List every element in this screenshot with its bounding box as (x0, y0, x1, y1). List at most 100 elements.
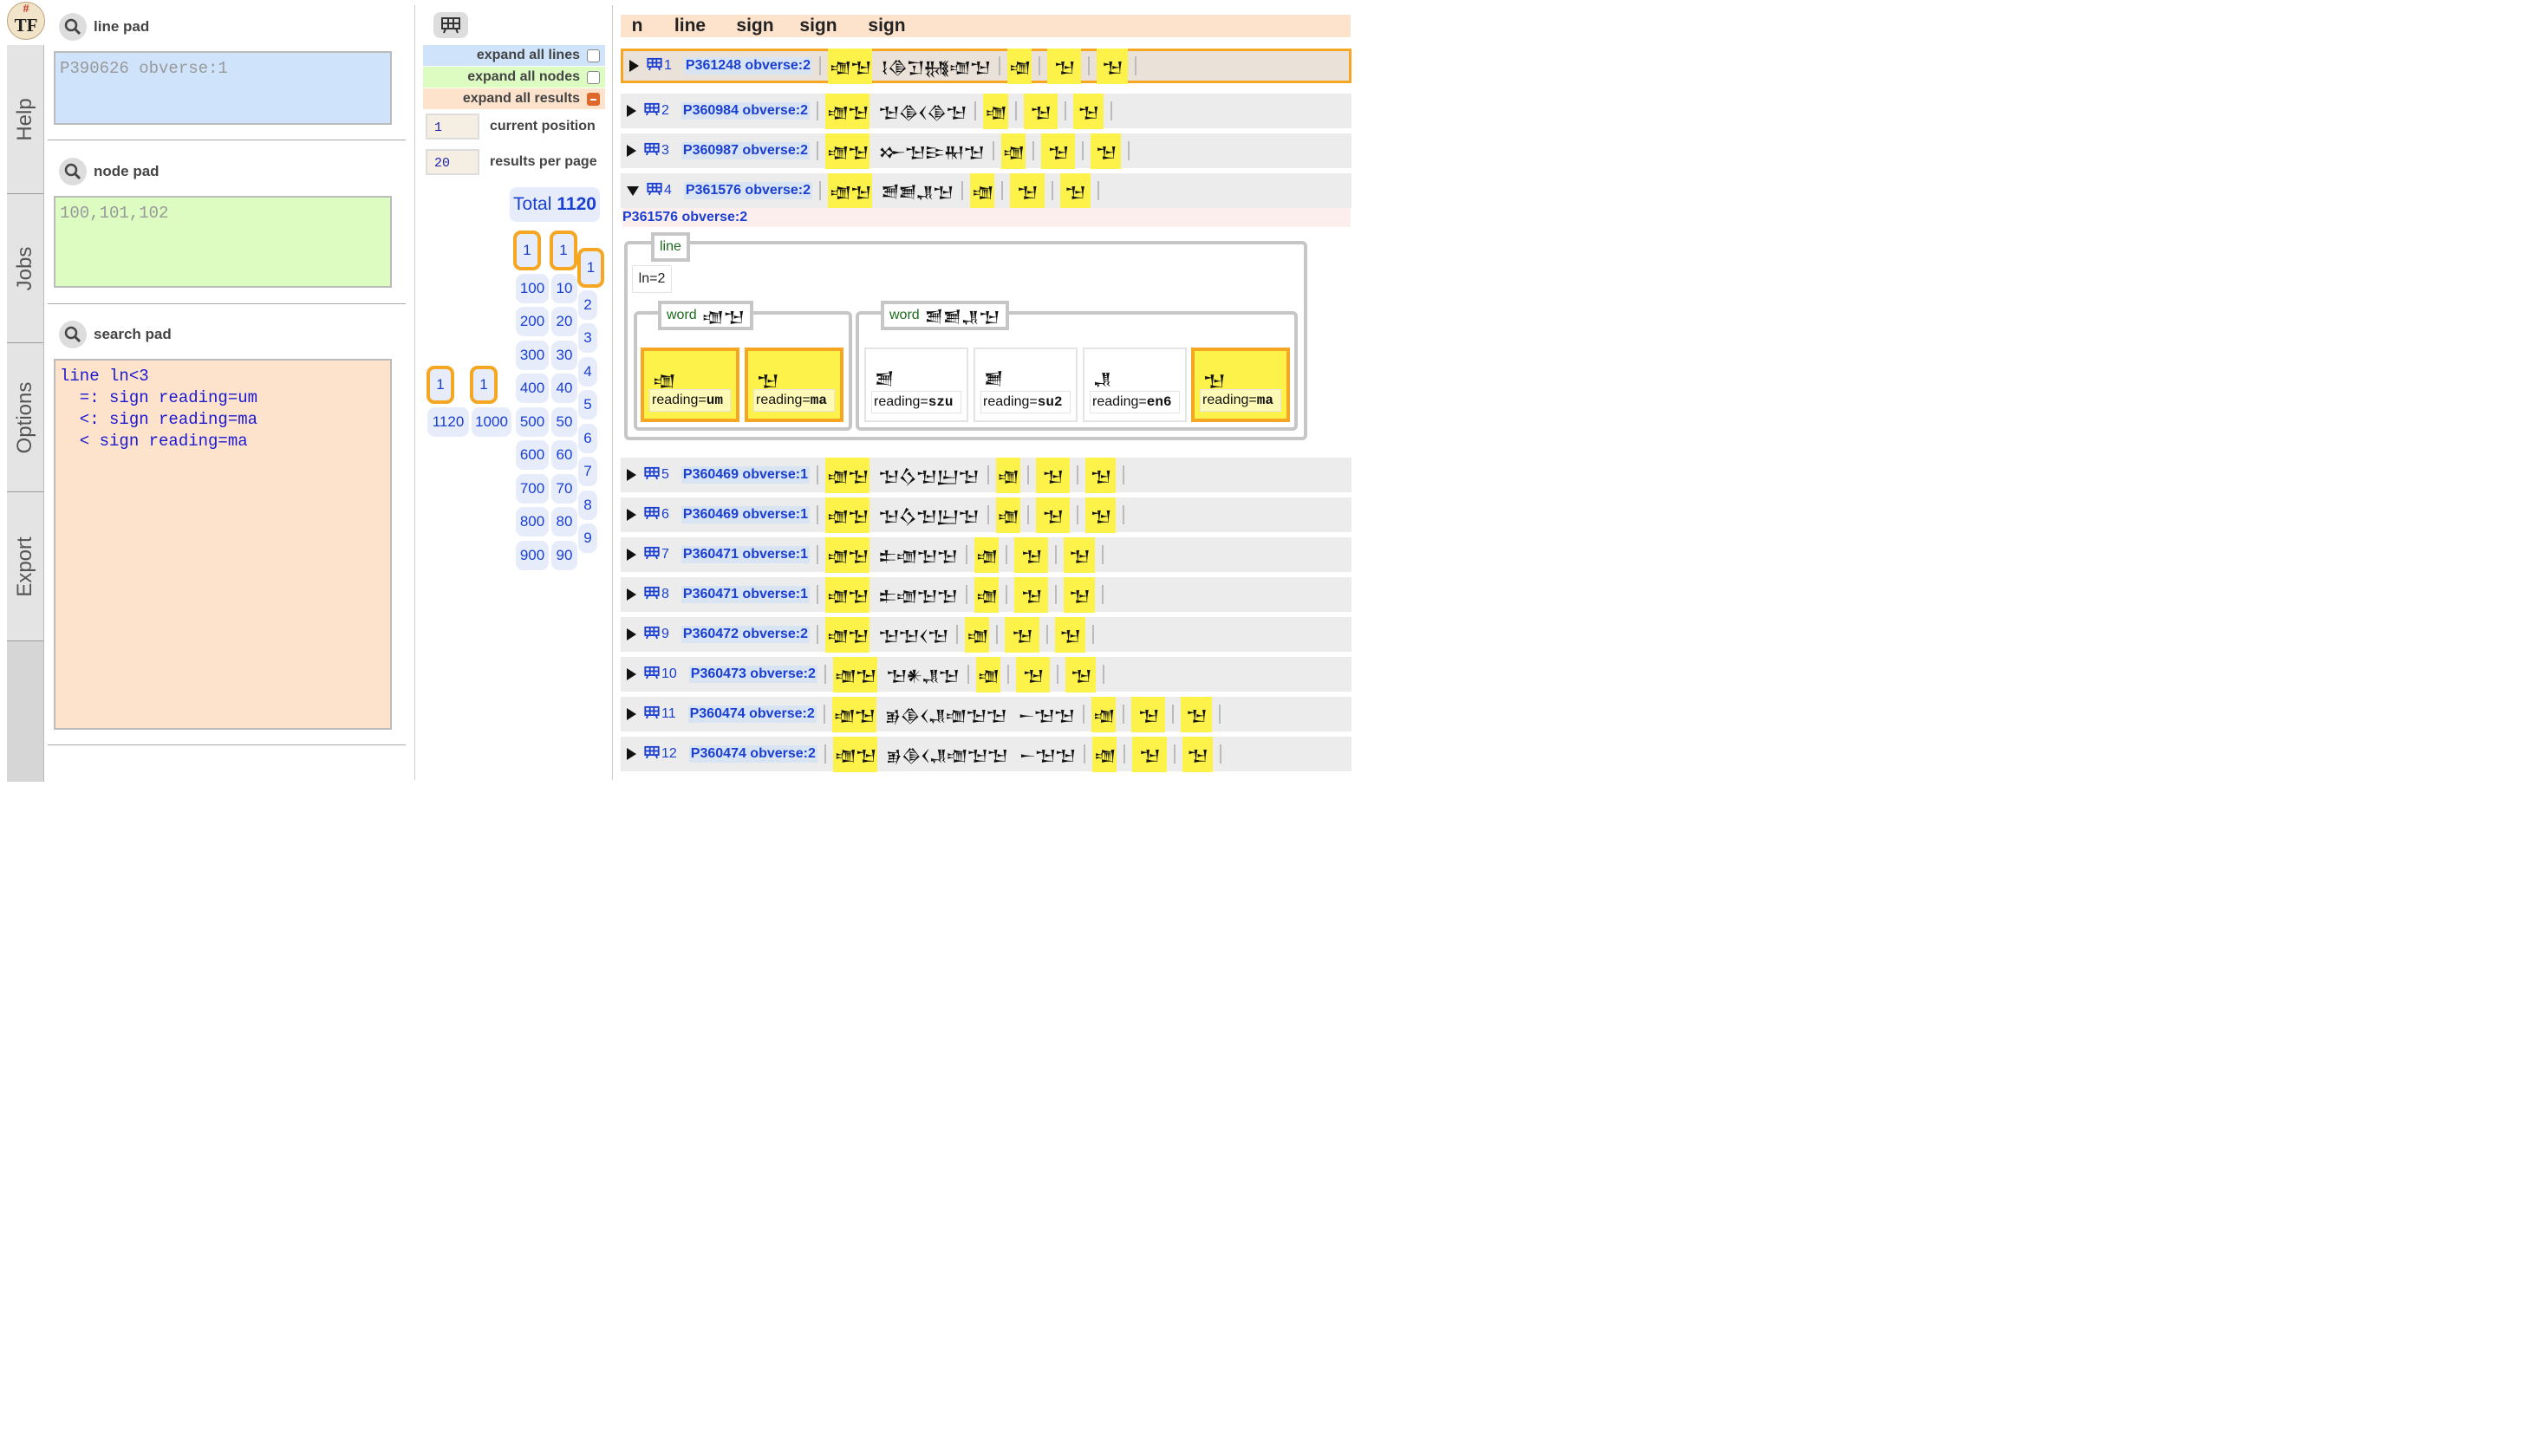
sign-node[interactable]: 𒌝 reading=um (641, 348, 739, 422)
results-per-page-input[interactable]: 20 (426, 149, 479, 175)
grid-icon[interactable] (643, 142, 661, 160)
nav-button[interactable]: 1120 (427, 407, 469, 437)
result-line-ref[interactable]: P361576 obverse:2 (683, 182, 813, 199)
expand-results-toggle[interactable]: expand all results (423, 88, 605, 109)
result-line-ref[interactable]: P360473 obverse:2 (688, 666, 817, 683)
nav-button[interactable]: 700 (516, 474, 549, 504)
nav-button[interactable]: 900 (516, 541, 549, 570)
expand-icon[interactable] (627, 549, 636, 561)
result-number[interactable]: 7 (643, 546, 669, 564)
expand-lines-toggle[interactable]: expand all lines (423, 45, 605, 66)
nav-thousands-current[interactable]: 1 (427, 366, 454, 404)
result-row[interactable]: 12 P360474 obverse:2 𒌝𒈠 𒂊𒆠𒌋𒂗𒌝𒈠𒈠 𒀸𒈠𒈠 𒌝 𒈠 𒈠 (621, 736, 1351, 772)
expanded-line-title[interactable]: P361576 obverse:2 (622, 208, 1351, 227)
tab-jobs[interactable]: Jobs (7, 194, 43, 343)
result-row[interactable]: 2 P360984 obverse:2 𒌝𒈠 𒈠𒆠𒌋𒆠𒈠 𒌝 𒈠 𒈠 (621, 93, 1351, 129)
grid-icon[interactable] (643, 506, 661, 524)
expand-icon[interactable] (627, 628, 636, 640)
result-line-ref[interactable]: P360984 obverse:2 (681, 102, 811, 120)
search-icon[interactable] (59, 13, 87, 41)
word-tag[interactable]: word 𒌝𒈠 (658, 301, 753, 330)
node-pad-input[interactable]: 100,101,102 (54, 196, 392, 288)
grid-icon[interactable] (643, 626, 661, 644)
search-pad-input[interactable]: line ln<3 =: sign reading=um <: sign rea… (54, 359, 392, 730)
expand-icon[interactable] (627, 708, 636, 720)
tab-export[interactable]: Export (7, 492, 43, 641)
sign-node[interactable]: 𒈠 reading=ma (745, 348, 843, 422)
nav-button[interactable]: 1000 (472, 407, 511, 437)
nav-button[interactable]: 100 (516, 274, 549, 303)
result-row[interactable]: 7 P360471 obverse:1 𒌝𒈠 𒉺𒌝𒈠𒈠 𒌝 𒈠 𒈠 (621, 536, 1351, 573)
search-icon[interactable] (59, 321, 87, 348)
sign-node[interactable]: 𒂗 reading=en6 (1083, 348, 1187, 422)
result-number[interactable]: 12 (643, 745, 677, 764)
nav-button[interactable]: 30 (551, 341, 577, 370)
expand-nodes-checkbox[interactable] (587, 70, 600, 84)
grid-icon[interactable] (643, 705, 661, 724)
sign-node[interactable]: 𒍪 reading=szu (864, 348, 968, 422)
result-row[interactable]: 11 P360474 obverse:2 𒌝𒈠 𒂊𒆠𒌋𒂗𒌝𒈠𒈠 𒀸𒈠𒈠 𒌝 𒈠 𒈠 (621, 696, 1351, 732)
expand-icon[interactable] (627, 668, 636, 680)
nav-button[interactable]: 40 (551, 374, 577, 403)
nav-button[interactable]: 60 (551, 440, 577, 470)
nav-button[interactable]: 80 (551, 507, 577, 536)
sign-node[interactable]: 𒈠 reading=ma (1191, 348, 1290, 422)
collapse-icon[interactable] (627, 185, 639, 196)
sign-node[interactable]: 𒋢 reading=su2 (974, 348, 1078, 422)
grid-icon[interactable] (643, 546, 661, 564)
current-position-input[interactable]: 1 (426, 114, 479, 140)
result-row[interactable]: 10 P360473 obverse:2 𒌝𒈠 𒈠𒀭𒂗𒈠 𒌝 𒈠 𒈠 (621, 656, 1351, 692)
result-line-ref[interactable]: P360471 obverse:1 (681, 546, 811, 563)
expand-icon[interactable] (627, 509, 636, 521)
nav-button[interactable]: 500 (516, 407, 549, 437)
grid-icon[interactable] (646, 57, 663, 75)
nav-button[interactable]: 50 (551, 407, 577, 437)
result-number[interactable]: 8 (643, 586, 669, 604)
nav-button[interactable]: 800 (516, 507, 549, 536)
result-row[interactable]: 5 P360469 obverse:1 𒌝𒈠 𒈠𒋝𒈠𒌨𒈠 𒌝 𒈠 𒈠 (621, 457, 1351, 493)
nav-button[interactable]: 3 (578, 323, 597, 353)
result-row[interactable]: 6 P360469 obverse:1 𒌝𒈠 𒈠𒋝𒈠𒌨𒈠 𒌝 𒈠 𒈠 (621, 497, 1351, 533)
nav-hundreds-current[interactable]: 1 (513, 231, 541, 270)
expand-nodes-toggle[interactable]: expand all nodes (423, 67, 605, 88)
word-tag[interactable]: word 𒍪𒋢𒂗𒈠 (881, 301, 1009, 330)
nav-button[interactable]: 70 (551, 474, 577, 504)
result-row[interactable]: 4 P361576 obverse:2 𒌝𒈠 𒍪𒋢𒂗𒈠 𒌝 𒈠 𒈠 (621, 172, 1351, 209)
result-number[interactable]: 10 (643, 666, 677, 684)
nav-button[interactable]: 8 (578, 491, 597, 520)
result-line-ref[interactable]: P360469 obverse:1 (681, 506, 811, 523)
nav-button[interactable]: 5 (578, 390, 597, 419)
result-line-ref[interactable]: P360474 obverse:2 (688, 745, 817, 763)
result-line-ref[interactable]: P361248 obverse:2 (683, 57, 813, 75)
expand-icon[interactable] (627, 748, 636, 760)
result-row[interactable]: 1 P361248 obverse:2 𒌝𒈠 𒋙𒆠𒋛𒉆𒌝𒈠 𒌝 𒈠 𒈠 (621, 48, 1351, 84)
nav-button[interactable]: 2 (578, 290, 597, 320)
nav-button[interactable]: 600 (516, 440, 549, 470)
nav-thousands2-current[interactable]: 1 (470, 366, 498, 404)
grid-icon[interactable] (643, 666, 661, 684)
expand-icon[interactable] (627, 145, 636, 157)
result-number[interactable]: 3 (643, 142, 669, 160)
tab-options[interactable]: Options (7, 343, 43, 492)
nav-button[interactable]: 9 (578, 523, 597, 553)
grid-icon[interactable] (643, 466, 661, 484)
expand-icon[interactable] (629, 60, 639, 72)
result-line-ref[interactable]: P360469 obverse:1 (681, 466, 811, 484)
nav-button[interactable]: 200 (516, 307, 549, 336)
expand-results-checkbox[interactable] (587, 92, 600, 106)
result-row[interactable]: 9 P360472 obverse:2 𒌝𒈠 𒈠𒈠𒌋𒈠 𒌝 𒈠 𒈠 (621, 616, 1351, 653)
nav-button[interactable]: 4 (578, 357, 597, 387)
result-row[interactable]: 3 P360987 obverse:2 𒌝𒈠 𒁍𒈠𒄿𒊑𒈠 𒌝 𒈠 𒈠 (621, 133, 1351, 169)
nav-button[interactable]: 10 (551, 274, 577, 303)
expand-icon[interactable] (627, 588, 636, 601)
result-line-ref[interactable]: P360987 obverse:2 (681, 142, 811, 159)
nav-button[interactable]: 90 (551, 541, 577, 570)
nav-units-current[interactable]: 1 (577, 248, 604, 288)
nav-tens-current[interactable]: 1 (550, 231, 577, 270)
nav-button[interactable]: 7 (578, 457, 597, 486)
nav-button[interactable]: 400 (516, 374, 549, 403)
line-pad-input[interactable]: P390626 obverse:1 (54, 51, 392, 125)
result-number[interactable]: 2 (643, 102, 669, 120)
expand-icon[interactable] (627, 105, 636, 117)
grid-icon[interactable] (433, 12, 468, 38)
